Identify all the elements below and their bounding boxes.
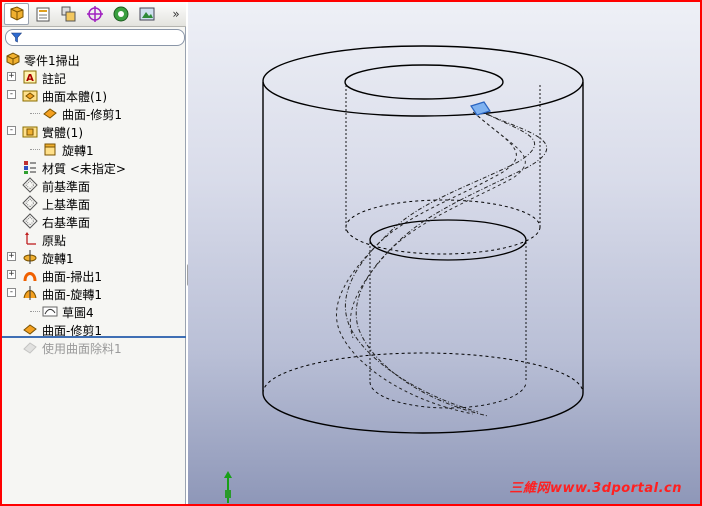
surface-trim-icon: [43, 108, 57, 119]
tree-item[interactable]: 前基準面: [2, 176, 186, 194]
tree-item[interactable]: - 曲面-旋轉1: [2, 284, 186, 302]
property-manager-icon: [36, 7, 49, 22]
collapse-toggle[interactable]: -: [7, 288, 16, 297]
plane-icon: [22, 195, 38, 211]
tree-item[interactable]: 旋轉1: [2, 140, 186, 158]
property-manager-tab[interactable]: [30, 3, 55, 25]
graphics-viewport[interactable]: 三維网www.3dportal.cn: [188, 2, 700, 504]
tree-item-label: 曲面-掃出1: [42, 270, 102, 284]
dimxpert-tab[interactable]: [82, 3, 107, 25]
tree-item-label: 原點: [42, 234, 67, 248]
origin-icon: [25, 232, 36, 245]
tree-item-label: 曲面-修剪1: [62, 108, 122, 122]
filter-icon: [11, 32, 22, 43]
collapse-toggle[interactable]: -: [7, 90, 16, 99]
display-manager-tab[interactable]: [108, 3, 133, 25]
expand-toggle[interactable]: +: [7, 72, 16, 81]
part-icon: [6, 52, 20, 66]
inner-top-edge: [344, 64, 504, 100]
model-wireframe: [262, 45, 584, 434]
tree-item-label: 實體(1): [42, 126, 83, 140]
surface-sweep-icon: [23, 272, 37, 282]
tree-item[interactable]: + A 註記: [2, 68, 186, 86]
tree-item[interactable]: 使用曲面除料1: [2, 338, 186, 356]
surface-bodies-folder-icon: [22, 90, 38, 102]
tree-item[interactable]: 上基準面: [2, 194, 186, 212]
tree-item-label: 曲面本體(1): [42, 90, 107, 104]
feature-manager-panel: » 零件1掃出 + A 註記 - 曲面本體(1) 曲面-修剪1 - 實體(1) 旋轉1 材質 <未指…: [2, 2, 186, 504]
material-icon: [24, 161, 36, 174]
tree-item[interactable]: + 旋轉1: [2, 248, 186, 266]
tree-item-label: 旋轉1: [42, 252, 74, 266]
tree-item[interactable]: 右基準面: [2, 212, 186, 230]
tree-item-label: 零件1掃出: [24, 54, 80, 68]
annotation-icon: A: [23, 70, 37, 84]
tree-item-label: 註記: [42, 72, 67, 86]
tree-connector: [30, 113, 40, 114]
appearance-icon: [139, 7, 154, 21]
tree-item-label: 右基準面: [42, 216, 91, 230]
rollback-bar[interactable]: [2, 336, 186, 338]
app-frame: » 零件1掃出 + A 註記 - 曲面本體(1) 曲面-修剪1 - 實體(1) 旋轉1 材質 <未指…: [2, 2, 700, 504]
tree-connector: [30, 149, 40, 150]
sweep-edge-2: [355, 113, 547, 417]
solid-body-icon: [44, 143, 56, 156]
expand-toggle[interactable]: +: [7, 270, 16, 279]
tree-item[interactable]: - 實體(1): [2, 122, 186, 140]
surface-revolve-icon: [23, 286, 37, 300]
tree-item-label: 旋轉1: [62, 144, 94, 158]
mid-inner-ellipse: [369, 219, 527, 261]
tree-item[interactable]: - 曲面本體(1): [2, 86, 186, 104]
more-tabs-button[interactable]: »: [170, 5, 182, 23]
surface-cut-icon: [23, 342, 37, 354]
tree-item[interactable]: 曲面-修剪1: [2, 104, 186, 122]
solid-bodies-folder-icon: [22, 126, 38, 138]
tree-item-label: 使用曲面除料1: [42, 342, 122, 356]
sweep-edge-1: [344, 109, 535, 413]
surface-trim-icon: [23, 324, 37, 335]
watermark-text: 三維网www.3dportal.cn: [509, 481, 682, 496]
manager-tab-bar: »: [2, 2, 186, 27]
appearance-tab[interactable]: [134, 3, 159, 25]
outer-bottom-hidden: [262, 352, 584, 394]
tree-item[interactable]: 零件1掃出: [2, 50, 186, 68]
mid-hidden-ellipse: [345, 199, 541, 255]
tree-item[interactable]: 草圖4: [2, 302, 186, 320]
svg-text:A: A: [26, 73, 34, 84]
sweep-edge-4: [349, 115, 526, 339]
view-triad-icon: [224, 471, 232, 503]
plane-icon: [22, 213, 38, 229]
tree-item-label: 前基準面: [42, 180, 91, 194]
revolve-icon: [23, 250, 37, 264]
tree-item[interactable]: 材質 <未指定>: [2, 158, 186, 176]
tree-connector: [30, 311, 40, 312]
configuration-manager-tab[interactable]: [56, 3, 81, 25]
tree-item[interactable]: + 曲面-掃出1: [2, 266, 186, 284]
outer-top-edge: [262, 45, 584, 117]
tree-item-label: 上基準面: [42, 198, 91, 212]
feature-manager-icon: [10, 6, 23, 21]
plane-icon: [22, 177, 38, 193]
sketch-icon: [42, 306, 58, 317]
feature-manager-tab[interactable]: [4, 3, 29, 25]
tree-item-label: 草圖4: [62, 306, 94, 320]
tree-filter-input[interactable]: [5, 29, 185, 46]
configuration-manager-icon: [61, 6, 75, 22]
tree-item[interactable]: 原點: [2, 230, 186, 248]
collapse-toggle[interactable]: -: [7, 126, 16, 135]
sweep-edge-3: [335, 111, 517, 415]
expand-toggle[interactable]: +: [7, 252, 16, 261]
display-manager-icon: [113, 6, 128, 22]
dimxpert-icon: [86, 6, 103, 22]
tree-item-label: 曲面-旋轉1: [42, 288, 102, 302]
tree-item-label: 材質 <未指定>: [42, 162, 126, 176]
